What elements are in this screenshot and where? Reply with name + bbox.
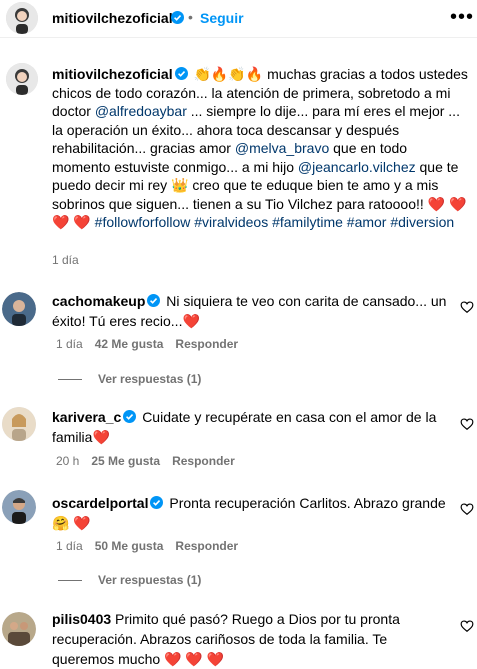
comment-body: karivera_c Cuidate y recupérate en casa … [52, 407, 452, 447]
verified-badge-icon [171, 11, 184, 24]
comment-time[interactable]: 1 día [56, 337, 83, 351]
caption-emoji: 👏🔥👏🔥 [193, 66, 264, 82]
crown-emoji: 👑 [171, 177, 189, 193]
verified-badge-icon [123, 410, 137, 423]
mention-link[interactable]: @melva_bravo [235, 140, 329, 156]
more-options-icon[interactable]: ••• [450, 6, 474, 29]
replies-divider [58, 580, 82, 582]
heart-outline-icon[interactable] [460, 619, 474, 633]
comment-meta: 1 día 50 Me gusta Responder [56, 539, 238, 553]
comment-likes[interactable]: 42 Me gusta [95, 337, 164, 351]
comment-meta: 1 día 42 Me gusta Responder [56, 337, 238, 351]
hashtag-link[interactable]: #viralvideos [194, 214, 268, 230]
comment-emoji: ❤️ ❤️ ❤️ [164, 651, 225, 667]
heart-outline-icon[interactable] [460, 502, 474, 516]
comment-body: cachomakeup Ni siquiera te veo con carit… [52, 291, 452, 331]
follow-button[interactable]: Seguir [200, 10, 244, 26]
caption-username[interactable]: mitiovilchezoficial [52, 66, 173, 82]
comment-likes[interactable]: 25 Me gusta [91, 454, 160, 468]
caption-author-avatar[interactable] [6, 63, 38, 95]
comment-emoji: ❤️ [182, 313, 200, 329]
heart-outline-icon[interactable] [460, 300, 474, 314]
author-avatar[interactable] [6, 2, 38, 34]
verified-badge-icon [174, 67, 188, 80]
comment-time[interactable]: 20 h [56, 454, 79, 468]
mention-link[interactable]: @jeancarlo.vilchez [298, 159, 416, 175]
verified-badge-icon [147, 294, 161, 307]
header-separator: • [188, 9, 193, 25]
view-replies-label: Ver respuestas (1) [98, 573, 202, 587]
comment-meta: 20 h 25 Me gusta Responder [56, 454, 235, 468]
comment-avatar[interactable] [2, 490, 36, 524]
heart-outline-icon[interactable] [460, 417, 474, 431]
caption-meta: 1 día [52, 253, 79, 267]
hashtag-link[interactable]: #followforfollow [95, 214, 191, 230]
post-header: mitiovilchezoficial • Seguir ••• [0, 0, 477, 38]
caption-time[interactable]: 1 día [52, 253, 79, 267]
comment-text: Pronta recuperación Carlitos. Abrazo gra… [169, 495, 446, 511]
mention-link[interactable]: @alfredoaybar [95, 103, 187, 119]
hashtag-link[interactable]: #amor [347, 214, 387, 230]
view-replies-label: Ver respuestas (1) [98, 372, 202, 386]
comment-username[interactable]: pilis0403 [52, 611, 111, 627]
comment-avatar[interactable] [2, 292, 36, 326]
comment-emoji: ❤️ [92, 429, 110, 445]
reply-button[interactable]: Responder [172, 454, 235, 468]
comment-body: pilis0403 Primito qué pasó? Ruego a Dios… [52, 609, 452, 669]
header-username[interactable]: mitiovilchezoficial [52, 10, 173, 26]
comment-username[interactable]: oscardelportal [52, 495, 148, 511]
post-caption: mitiovilchezoficial 👏🔥👏🔥 muchas gracias … [52, 65, 468, 232]
comment-avatar[interactable] [2, 407, 36, 441]
reply-button[interactable]: Responder [175, 539, 238, 553]
comment-emoji: 🤗 ❤️ [52, 515, 91, 531]
reply-button[interactable]: Responder [175, 337, 238, 351]
comment-avatar[interactable] [2, 612, 36, 646]
comment-time[interactable]: 1 día [56, 539, 83, 553]
hashtag-link[interactable]: #familytime [272, 214, 343, 230]
comment-username[interactable]: cachomakeup [52, 293, 145, 309]
comment-username[interactable]: karivera_c [52, 409, 121, 425]
view-replies-button[interactable]: Ver respuestas (1) [58, 573, 201, 587]
hashtag-link[interactable]: #diversion [390, 214, 454, 230]
comment-body: oscardelportal Pronta recuperación Carli… [52, 493, 452, 533]
verified-badge-icon [150, 496, 164, 509]
comment-likes[interactable]: 50 Me gusta [95, 539, 164, 553]
replies-divider [58, 379, 82, 381]
view-replies-button[interactable]: Ver respuestas (1) [58, 372, 201, 386]
